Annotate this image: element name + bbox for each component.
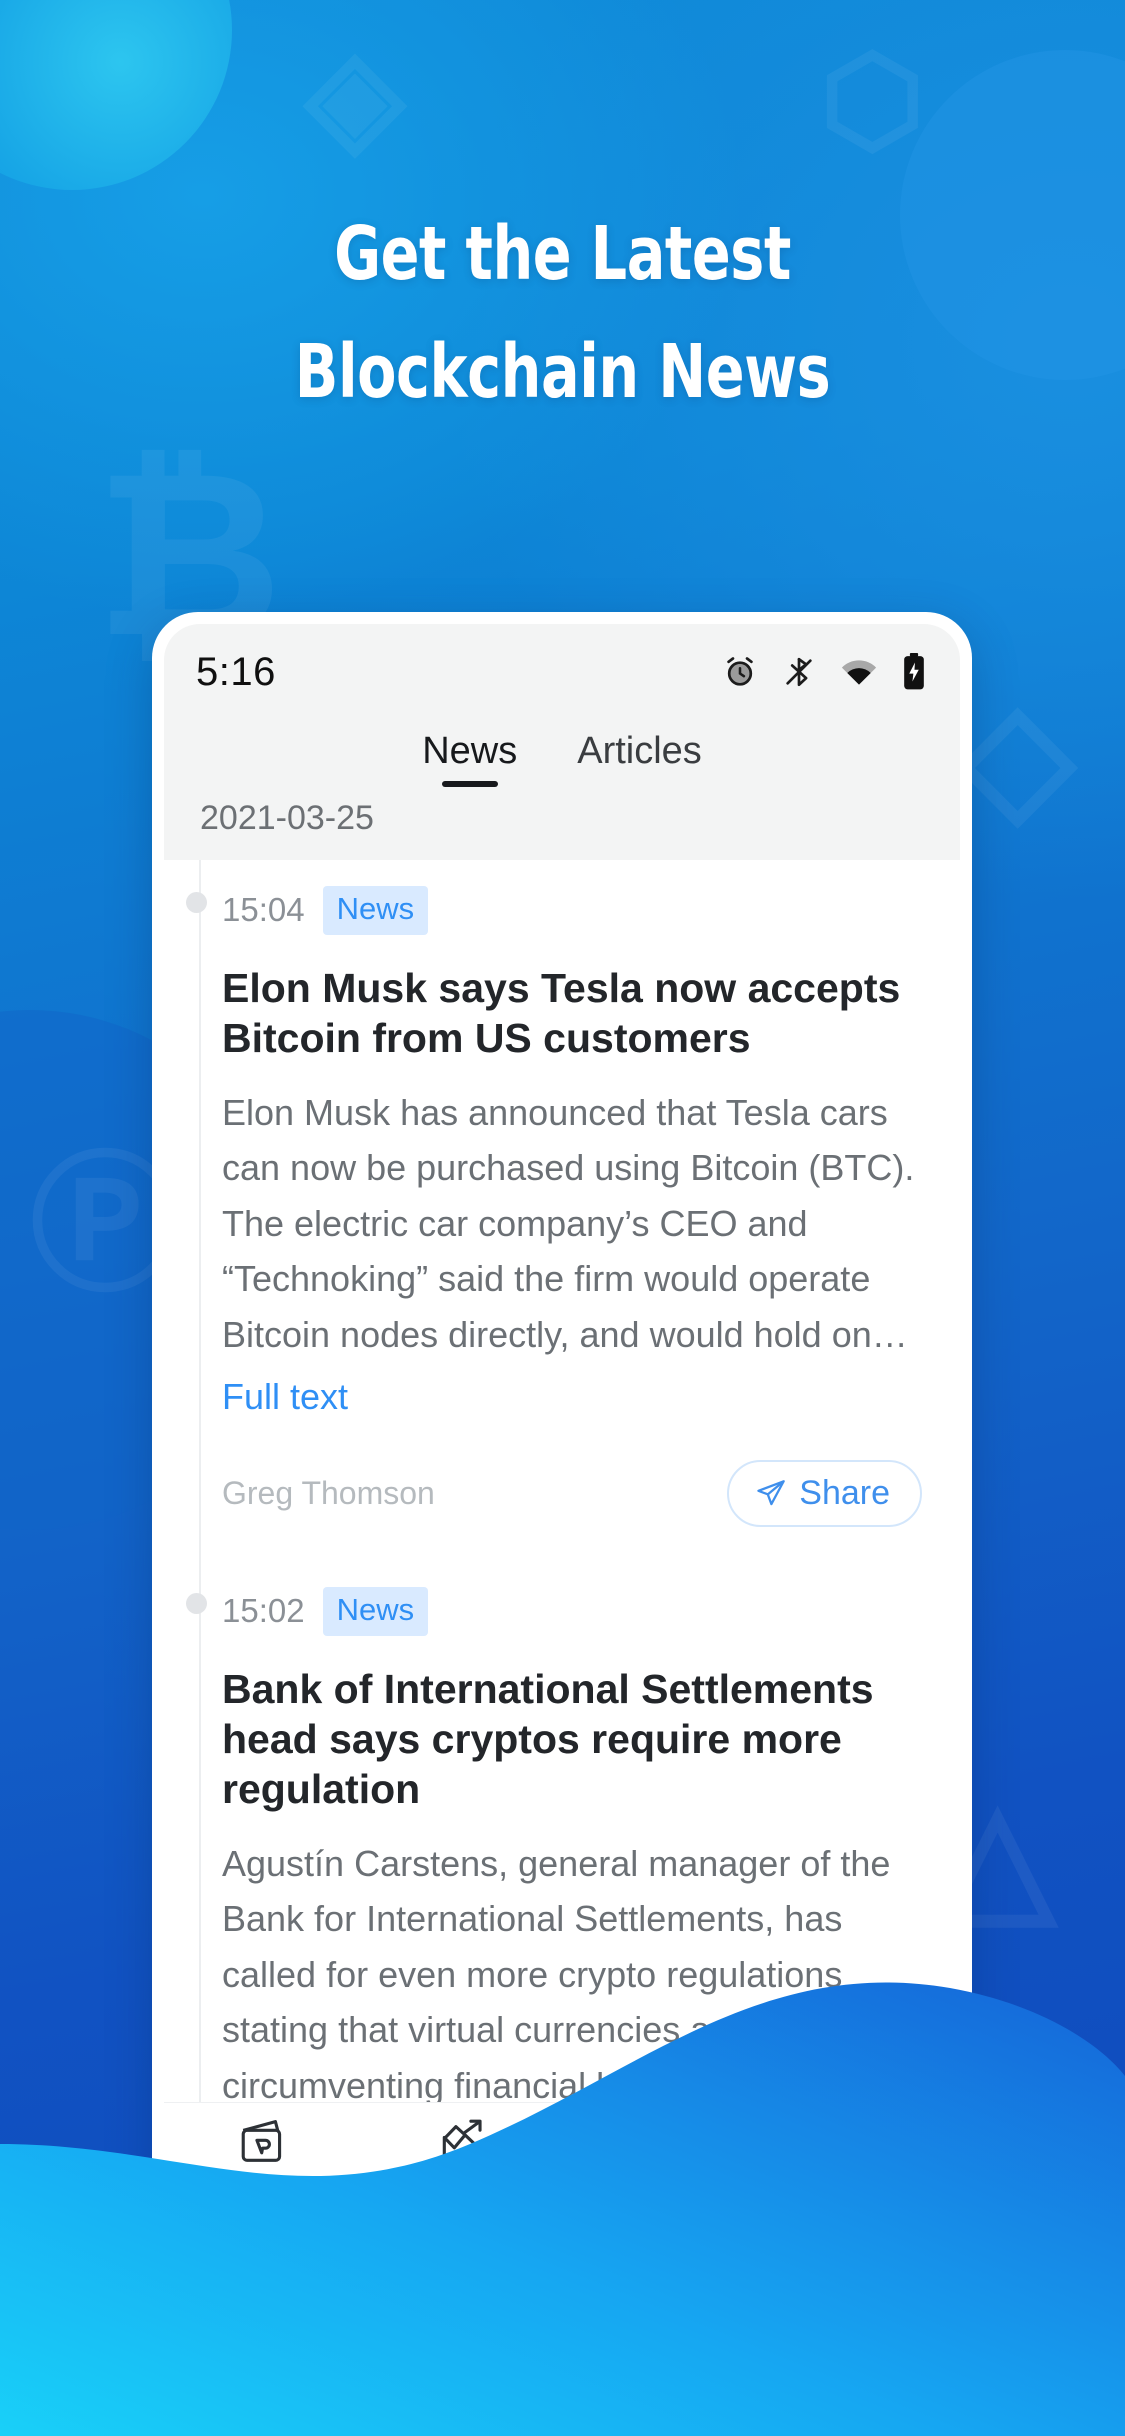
full-text-link[interactable]: Full text bbox=[222, 1376, 348, 1418]
news-footer: Greg Thomson Share bbox=[222, 1459, 922, 1527]
ethereum-watermark-icon: ◈ bbox=[305, 22, 405, 168]
date-header-label: 2021-03-25 bbox=[200, 799, 374, 837]
paper-plane-icon bbox=[755, 1477, 787, 1509]
news-time: 15:02 bbox=[222, 1592, 305, 1630]
bluetooth-off-icon bbox=[782, 655, 816, 689]
promo-headline-line-1: Get the Latest bbox=[334, 211, 791, 297]
diamond-watermark-icon: ◇ bbox=[960, 671, 1076, 839]
tab-articles[interactable]: Articles bbox=[573, 726, 706, 789]
news-meta: 15:04 News bbox=[222, 886, 922, 935]
news-author: Greg Thomson bbox=[222, 1474, 435, 1511]
news-feed[interactable]: 15:04 News Elon Musk says Tesla now acce… bbox=[164, 860, 960, 2102]
news-time: 15:04 bbox=[222, 891, 305, 929]
news-title[interactable]: Bank of International Settlements head s… bbox=[222, 1664, 922, 1814]
decorative-wave bbox=[0, 1982, 1125, 2436]
wifi-icon bbox=[840, 657, 878, 687]
status-bar-icons bbox=[722, 653, 926, 691]
news-title[interactable]: Elon Musk says Tesla now accepts Bitcoin… bbox=[222, 963, 922, 1063]
tab-articles-label: Articles bbox=[577, 730, 702, 772]
tab-news-label: News bbox=[422, 730, 518, 772]
date-header: 2021-03-25 bbox=[164, 793, 960, 860]
status-bar-time: 5:16 bbox=[196, 649, 276, 694]
news-category-badge: News bbox=[322, 1586, 429, 1636]
news-category-badge: News bbox=[322, 886, 429, 935]
timeline-dot-icon bbox=[186, 892, 207, 913]
news-meta: 15:02 News bbox=[222, 1586, 922, 1636]
alarm-icon bbox=[722, 654, 758, 690]
timeline-dot-icon bbox=[186, 1592, 207, 1614]
news-summary: Elon Musk has announced that Tesla cars … bbox=[222, 1091, 915, 1355]
news-list-item[interactable]: 15:04 News Elon Musk says Tesla now acce… bbox=[164, 860, 960, 1561]
status-bar: 5:16 bbox=[164, 624, 960, 720]
promo-headline: Get the Latest Blockchain News bbox=[79, 195, 1047, 431]
share-button-label: Share bbox=[799, 1473, 890, 1512]
tab-news[interactable]: News bbox=[418, 726, 521, 789]
hexagon-watermark-icon: ⬡ bbox=[820, 33, 925, 167]
content-tabs: News Articles bbox=[164, 720, 960, 793]
promo-headline-line-2: Blockchain News bbox=[294, 329, 831, 415]
battery-charging-icon bbox=[902, 653, 926, 691]
share-button[interactable]: Share bbox=[727, 1459, 922, 1527]
